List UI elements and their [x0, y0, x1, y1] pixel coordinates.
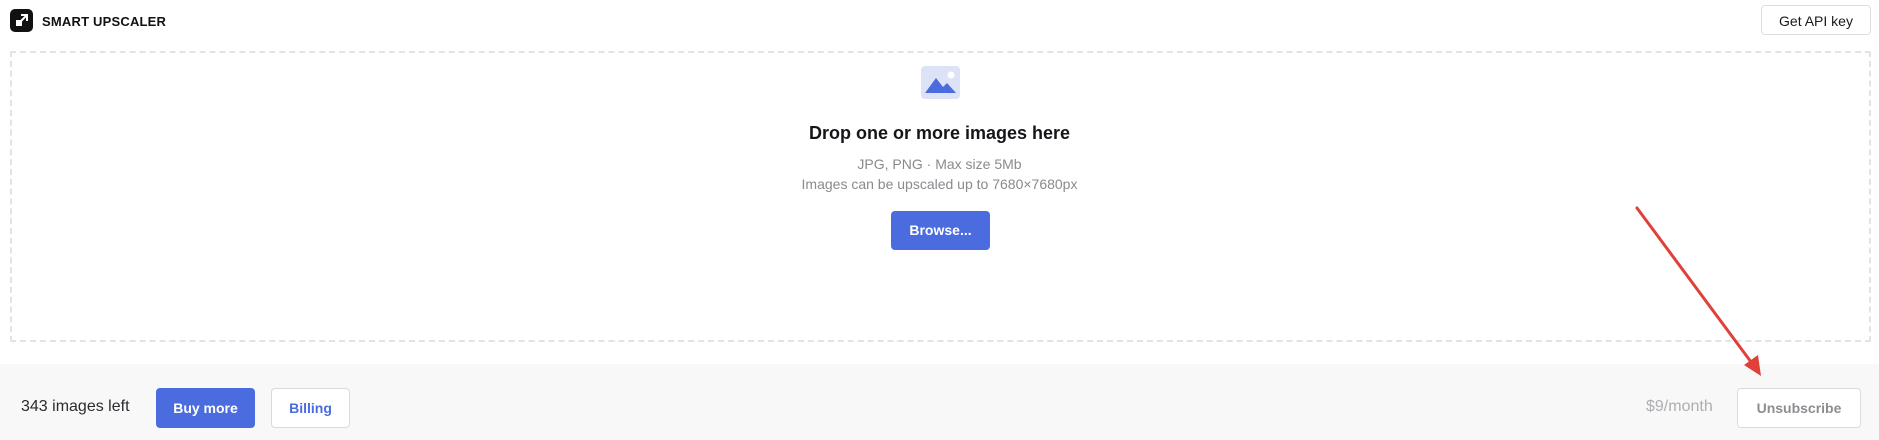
app-window: SMART UPSCALER Get API key Drop one or m… [0, 0, 1879, 440]
drop-title: Drop one or more images here [808, 123, 1071, 143]
logo-icon [10, 9, 33, 32]
buy-more-button[interactable]: Buy more [156, 388, 255, 428]
image-icon [921, 66, 960, 99]
header: SMART UPSCALER Get API key [0, 0, 1879, 44]
browse-button[interactable]: Browse... [891, 211, 990, 250]
images-left-count: 343 images left [21, 398, 130, 415]
upscale-limit-text: Images can be upscaled up to 7680×7680px [801, 176, 1078, 192]
footer-bar: 343 images left Buy more Billing $9/mont… [0, 364, 1879, 440]
get-api-key-button[interactable]: Get API key [1761, 5, 1871, 35]
plan-price: $9/month [1646, 398, 1713, 415]
accepted-formats-text: JPG, PNG · Max size 5Mb [857, 156, 1022, 172]
billing-button[interactable]: Billing [271, 388, 350, 428]
brand-name: SMART UPSCALER [42, 14, 167, 29]
unsubscribe-button[interactable]: Unsubscribe [1737, 388, 1861, 428]
